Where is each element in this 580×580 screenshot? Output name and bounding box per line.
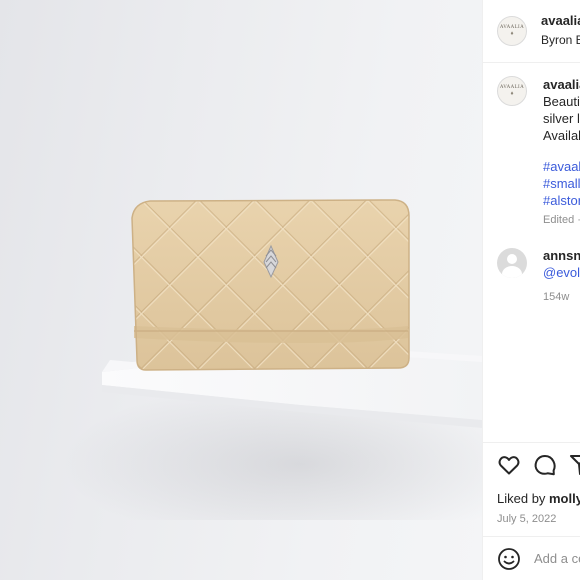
- caption-line: Availab: [543, 128, 580, 143]
- heart-icon[interactable]: [497, 453, 521, 477]
- caption-line: Beautif: [543, 94, 580, 109]
- hashtag-link[interactable]: #avaal: [543, 158, 580, 176]
- hashtag-link[interactable]: #alstor: [543, 192, 580, 210]
- liked-by-prefix: Liked by: [497, 491, 546, 506]
- hashtag-link[interactable]: #small: [543, 175, 580, 193]
- liked-by-user[interactable]: molly: [549, 490, 580, 508]
- author-handle[interactable]: avaalia: [541, 12, 580, 30]
- caption-avatar-brand-text: AVAALIA: [499, 85, 525, 90]
- commenter-handle[interactable]: annsnl: [543, 247, 580, 265]
- edited-label: Edited ·: [543, 214, 580, 226]
- add-comment-input[interactable]: Add a co: [534, 550, 580, 568]
- post-photo[interactable]: [0, 0, 482, 580]
- comment-mention-link[interactable]: @evolv: [543, 264, 580, 282]
- caption-line: silver l: [543, 111, 580, 126]
- post-location[interactable]: Byron B: [541, 31, 580, 49]
- author-avatar[interactable]: AVAALIA ♦: [497, 16, 527, 46]
- post-date: July 5, 2022: [497, 513, 557, 525]
- caption-avatar-mark-icon: ♦: [510, 91, 514, 97]
- product-photo-illustration: [102, 199, 482, 428]
- comment-age[interactable]: 154w: [543, 288, 569, 306]
- emoji-icon[interactable]: [497, 547, 521, 571]
- avatar-mark-icon: ♦: [510, 31, 514, 37]
- header-divider: [483, 62, 580, 63]
- comment-box-divider: [483, 536, 580, 537]
- post-side-panel: AVAALIA ♦ avaalia Byron B AVAALIA ♦ avaa…: [482, 0, 580, 580]
- wallet: [131, 199, 410, 371]
- avatar-brand-text: AVAALIA: [499, 25, 525, 30]
- comment-icon[interactable]: [533, 453, 557, 477]
- caption-author-avatar[interactable]: AVAALIA ♦: [497, 76, 527, 106]
- caption-author[interactable]: avaalia: [543, 76, 580, 94]
- actions-divider: [483, 442, 580, 443]
- commenter-avatar[interactable]: [497, 248, 527, 278]
- share-icon[interactable]: [569, 453, 580, 477]
